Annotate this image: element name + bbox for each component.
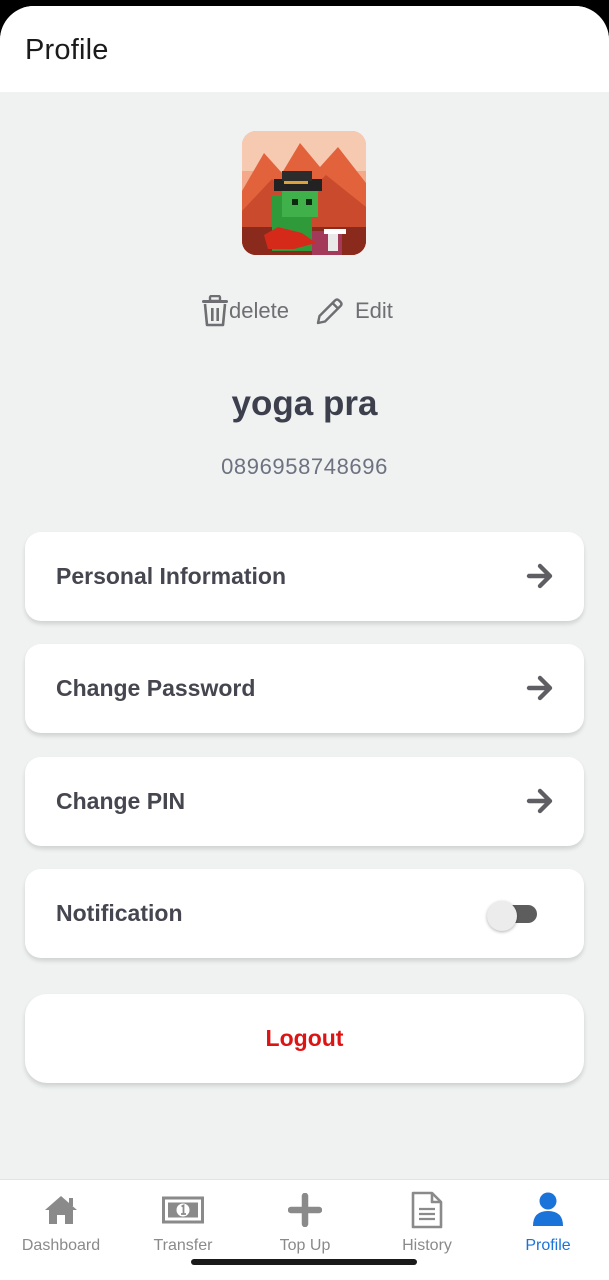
notification-toggle[interactable] <box>487 901 537 931</box>
page-title: Profile <box>25 34 109 66</box>
personal-information-item[interactable]: Personal Information <box>25 532 584 621</box>
plus-icon <box>244 1190 366 1230</box>
user-icon <box>487 1190 609 1230</box>
nav-top-up[interactable]: Top Up <box>244 1180 366 1280</box>
delete-photo-button[interactable]: delete <box>201 294 289 328</box>
edit-photo-button[interactable]: Edit <box>315 294 393 328</box>
nav-label: Transfer <box>153 1237 213 1254</box>
arrow-right-icon <box>526 788 553 814</box>
photo-actions: delete Edit <box>0 294 609 328</box>
nav-dashboard[interactable]: Dashboard <box>0 1180 122 1280</box>
nav-label: Top Up <box>279 1237 331 1254</box>
nav-profile[interactable]: Profile <box>487 1180 609 1280</box>
delete-label: delete <box>229 298 289 323</box>
edit-label: Edit <box>355 298 393 323</box>
change-pin-label: Change PIN <box>56 788 186 814</box>
nav-label: History <box>402 1237 452 1254</box>
arrow-right-icon <box>526 563 553 589</box>
user-phone: 0896958748696 <box>221 454 388 479</box>
change-password-label: Change Password <box>56 675 256 701</box>
pencil-icon <box>316 297 343 324</box>
nav-label: Profile <box>525 1237 571 1254</box>
logout-button[interactable]: Logout <box>25 994 584 1083</box>
document-icon <box>366 1190 488 1230</box>
toggle-thumb <box>487 901 517 931</box>
nav-history[interactable]: History <box>366 1180 488 1280</box>
nav-label: Dashboard <box>21 1237 101 1254</box>
home-indicator <box>191 1259 417 1265</box>
arrow-right-icon <box>526 675 553 701</box>
profile-screen: Profile delete Edit yoga pra 08969587486… <box>0 6 609 1280</box>
avatar[interactable] <box>242 131 366 255</box>
avatar-image <box>242 131 366 255</box>
user-name: yoga pra <box>231 384 378 423</box>
app-header: Profile <box>0 6 609 92</box>
notification-item: Notification <box>25 869 584 958</box>
trash-icon <box>202 295 228 327</box>
nav-transfer[interactable]: Transfer <box>122 1180 244 1280</box>
personal-information-label: Personal Information <box>56 563 287 589</box>
change-password-item[interactable]: Change Password <box>25 644 584 733</box>
home-icon <box>0 1190 122 1230</box>
notification-label: Notification <box>56 900 183 926</box>
change-pin-item[interactable]: Change PIN <box>25 757 584 846</box>
money-icon <box>122 1190 244 1230</box>
